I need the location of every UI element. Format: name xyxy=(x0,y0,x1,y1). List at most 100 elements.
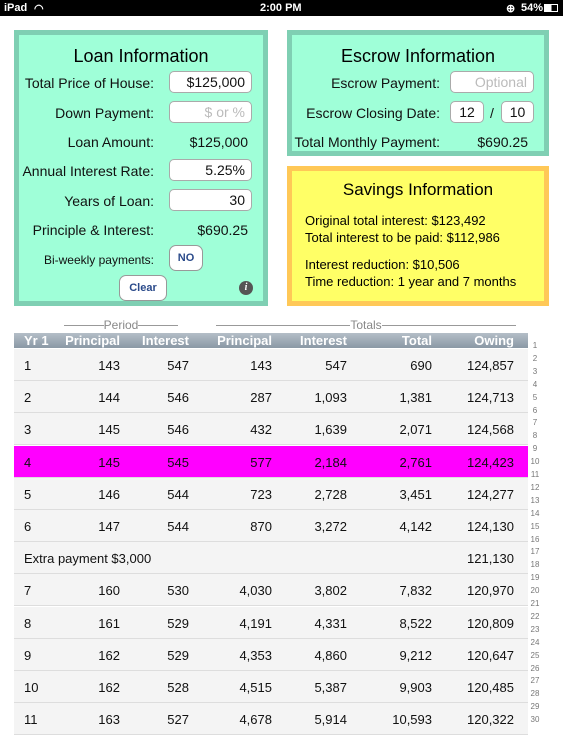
index-item[interactable]: 25 xyxy=(528,651,542,660)
rate-label: Annual Interest Rate: xyxy=(22,163,154,179)
cell-5: 7,832 xyxy=(399,583,432,599)
index-item[interactable]: 13 xyxy=(528,496,542,505)
cell-6: 124,568 xyxy=(467,422,514,438)
info-icon[interactable]: i xyxy=(239,281,253,295)
savings-panel: Savings Information Original total inter… xyxy=(287,166,549,306)
index-item[interactable]: 1 xyxy=(528,341,542,350)
cell-4: 2,728 xyxy=(314,486,347,502)
cell-1: 160 xyxy=(98,583,120,599)
cell-4: 5,914 xyxy=(314,712,347,728)
index-item[interactable]: 5 xyxy=(528,393,542,402)
cell-5: 690 xyxy=(410,358,432,373)
index-item[interactable]: 9 xyxy=(528,444,542,453)
index-item[interactable]: 4 xyxy=(528,380,542,389)
index-item[interactable]: 7 xyxy=(528,418,542,427)
cell-3: 287 xyxy=(250,390,272,406)
price-input[interactable]: $125,000 xyxy=(169,71,252,93)
cell-6: 124,713 xyxy=(467,390,514,406)
table-row[interactable]: 5 146 544 723 2,728 3,451 124,277 xyxy=(14,477,528,510)
index-item[interactable]: 24 xyxy=(528,638,542,647)
index-item[interactable]: 29 xyxy=(528,702,542,711)
closing-year-input[interactable]: 10 xyxy=(501,101,534,123)
index-item[interactable]: 16 xyxy=(528,535,542,544)
table-row[interactable]: 2 144 546 287 1,093 1,381 124,713 xyxy=(14,381,528,414)
closing-month-input[interactable]: 12 xyxy=(450,101,484,123)
cell-5: 4,142 xyxy=(399,519,432,534)
cell-2: 545 xyxy=(167,454,189,470)
index-item[interactable]: 19 xyxy=(528,573,542,582)
totals-text: Totals xyxy=(350,318,382,332)
years-input[interactable]: 30 xyxy=(169,189,252,211)
cell-0: 1 xyxy=(24,358,32,373)
loan-amount: $125,000 xyxy=(189,134,248,150)
battery-percent: 54% xyxy=(521,2,544,14)
pi-value: $690.25 xyxy=(197,222,248,238)
table-row[interactable]: 9 162 529 4,353 4,860 9,212 120,647 xyxy=(14,638,528,671)
table-row[interactable]: 6 147 544 870 3,272 4,142 124,130 xyxy=(14,510,528,542)
cell-4: 5,387 xyxy=(314,680,347,695)
index-item[interactable]: 28 xyxy=(528,689,542,698)
index-item[interactable]: 8 xyxy=(528,431,542,440)
cell-0: 7 xyxy=(24,583,32,599)
clear-button[interactable]: Clear xyxy=(119,275,167,301)
index-item[interactable]: 23 xyxy=(528,625,542,634)
index-item[interactable]: 2 xyxy=(528,354,542,363)
index-item[interactable]: 3 xyxy=(528,367,542,376)
table-row[interactable]: 8 161 529 4,191 4,331 8,522 120,809 xyxy=(14,606,528,639)
interest-to-pay: Total interest to be paid: $112,986 xyxy=(305,230,500,245)
cell-2: 544 xyxy=(167,486,189,502)
index-item[interactable]: 15 xyxy=(528,522,542,531)
cell-3: 432 xyxy=(250,422,272,438)
table-row[interactable]: 10 162 528 4,515 5,387 9,903 120,485 xyxy=(14,671,528,703)
index-item[interactable]: 14 xyxy=(528,509,542,518)
cell-0: 9 xyxy=(24,647,32,663)
cell-1: 147 xyxy=(98,519,120,534)
index-item[interactable]: 17 xyxy=(528,547,542,556)
closing-date-label: Escrow Closing Date: xyxy=(306,105,440,121)
index-item[interactable]: 22 xyxy=(528,612,542,621)
index-item[interactable]: 20 xyxy=(528,586,542,595)
cell-3: 4,353 xyxy=(239,647,272,663)
cell-6: 120,809 xyxy=(467,615,514,631)
cell-5: 9,212 xyxy=(399,647,432,663)
header-2: Interest xyxy=(142,333,189,348)
index-item[interactable]: 21 xyxy=(528,599,542,608)
cell-6: 120,970 xyxy=(467,583,514,599)
cell-6: 124,277 xyxy=(467,486,514,502)
table-row[interactable]: Extra payment $3,000 121,130 xyxy=(14,542,528,575)
cell-1: 162 xyxy=(98,647,120,663)
index-item[interactable]: 6 xyxy=(528,406,542,415)
interest-reduction: Interest reduction: $10,506 xyxy=(305,257,460,272)
cell-0: Extra payment $3,000 xyxy=(24,551,152,567)
battery-icon xyxy=(544,4,558,12)
index-item[interactable]: 18 xyxy=(528,560,542,569)
cell-1: 144 xyxy=(98,390,120,406)
cell-3: 723 xyxy=(250,486,272,502)
table-row[interactable]: 4 145 545 577 2,184 2,761 124,423 xyxy=(14,445,528,478)
index-item[interactable]: 11 xyxy=(528,470,542,479)
cell-0: 4 xyxy=(24,454,32,470)
cell-5: 3,451 xyxy=(399,486,432,502)
header-3: Principal xyxy=(217,333,272,348)
table-row[interactable]: 7 160 530 4,030 3,802 7,832 120,970 xyxy=(14,574,528,607)
cell-4: 4,860 xyxy=(314,647,347,663)
rate-input[interactable]: 5.25% xyxy=(169,159,252,181)
index-item[interactable]: 10 xyxy=(528,457,542,466)
cell-1: 145 xyxy=(98,422,120,438)
index-item[interactable]: 27 xyxy=(528,676,542,685)
index-item[interactable]: 30 xyxy=(528,715,542,724)
cell-6: 120,322 xyxy=(467,712,514,728)
index-item[interactable]: 12 xyxy=(528,483,542,492)
escrow-payment-input[interactable]: Optional xyxy=(450,71,534,93)
table-row[interactable]: 1 143 547 143 547 690 124,857 xyxy=(14,349,528,381)
table-row[interactable]: 11 163 527 4,678 5,914 10,593 120,322 xyxy=(14,703,528,736)
cell-4: 2,184 xyxy=(314,454,347,470)
index-item[interactable]: 26 xyxy=(528,664,542,673)
cell-6: 124,130 xyxy=(467,519,514,534)
biweekly-toggle[interactable]: NO xyxy=(169,245,203,271)
cell-5: 9,903 xyxy=(399,680,432,695)
down-payment-input[interactable]: $ or % xyxy=(169,101,252,123)
loan-title: Loan Information xyxy=(73,46,209,66)
cell-1: 145 xyxy=(98,454,120,470)
table-row[interactable]: 3 145 546 432 1,639 2,071 124,568 xyxy=(14,413,528,446)
